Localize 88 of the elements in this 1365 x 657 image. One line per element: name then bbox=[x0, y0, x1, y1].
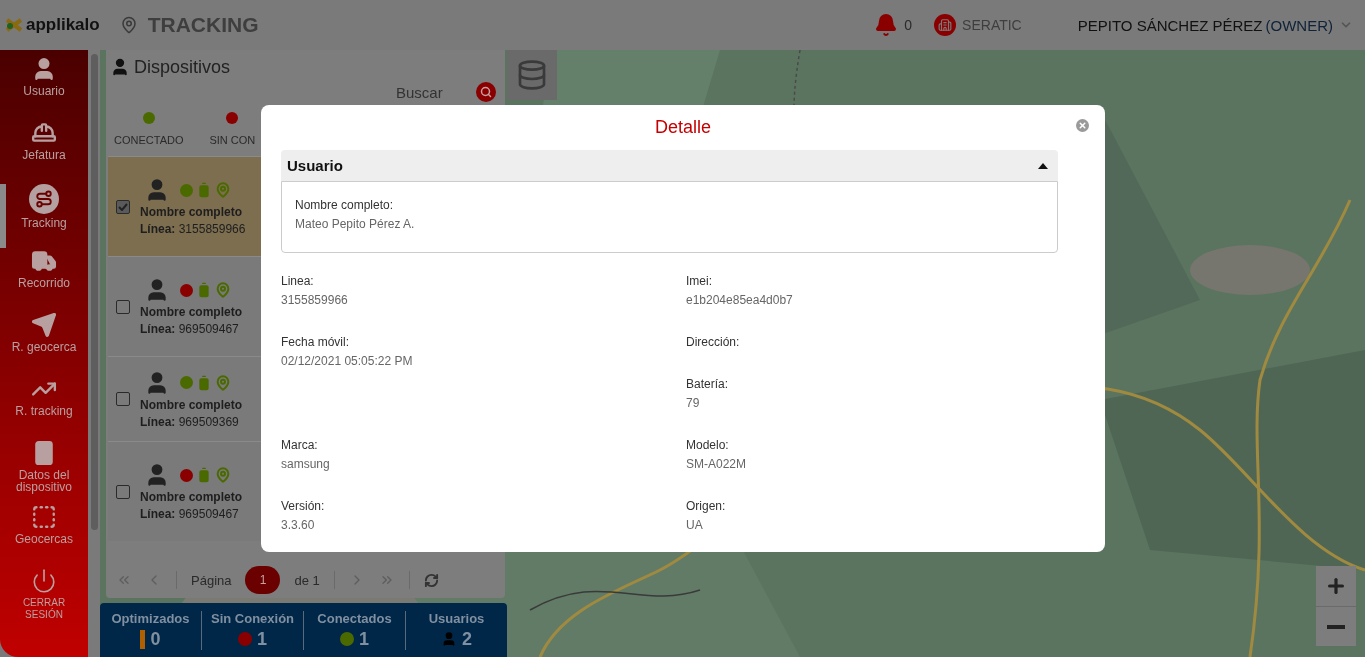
battery-icon bbox=[196, 182, 212, 198]
device-name: Nombre completo bbox=[140, 205, 243, 219]
search-field[interactable]: Buscar bbox=[394, 82, 464, 102]
stat-label: Usuarios bbox=[428, 610, 485, 626]
send-icon bbox=[31, 312, 57, 338]
field-value: samsung bbox=[281, 457, 331, 473]
minus-icon bbox=[1327, 624, 1345, 629]
bell-icon[interactable] bbox=[874, 13, 899, 37]
field-label: Linea: bbox=[281, 274, 315, 290]
device-line: Línea: 969509369 bbox=[140, 414, 240, 429]
field-value: 02/12/2021 05:05:22 PM bbox=[281, 354, 414, 370]
field-label: Versión: bbox=[281, 499, 326, 515]
sidebar-item[interactable]: Tracking bbox=[0, 184, 82, 248]
company-name: SERATIC bbox=[962, 17, 1022, 33]
stat-value: 1 bbox=[257, 628, 267, 650]
search-icon[interactable] bbox=[476, 82, 496, 102]
field-label: Nombre completo: bbox=[295, 198, 395, 214]
battery-icon bbox=[196, 467, 212, 483]
field-label: Marca: bbox=[281, 438, 319, 454]
stat-value: 1 bbox=[359, 628, 369, 650]
field-label: Modelo: bbox=[686, 438, 730, 454]
truck-icon bbox=[31, 248, 57, 274]
area-select-icon bbox=[31, 504, 57, 530]
database-button[interactable] bbox=[507, 50, 557, 100]
field-label: Dirección: bbox=[686, 335, 741, 351]
device-line: Línea: 3155859966 bbox=[140, 222, 246, 236]
map-pin-icon bbox=[119, 16, 138, 34]
legend-label: CONECTADO bbox=[114, 134, 184, 146]
device-name: Nombre completo bbox=[140, 305, 242, 319]
battery-icon bbox=[196, 282, 212, 298]
logo-text: applikalo bbox=[26, 15, 100, 35]
field-label: Imei: bbox=[686, 274, 713, 290]
user-icon bbox=[441, 631, 457, 647]
sidebar-item[interactable]: R. geocerca bbox=[0, 312, 82, 376]
close-icon[interactable] bbox=[1076, 119, 1089, 132]
checkbox[interactable] bbox=[116, 484, 130, 499]
checkbox[interactable] bbox=[116, 299, 130, 314]
stat-value: 0 bbox=[150, 628, 161, 650]
sidebar-item[interactable]: Recorrido bbox=[0, 248, 82, 312]
device-name: Nombre completo bbox=[140, 397, 242, 412]
field-value: SM-A022M bbox=[686, 457, 748, 473]
dialog-title: Detalle bbox=[654, 117, 712, 139]
stat-value: 2 bbox=[462, 628, 472, 650]
stat-label: Conectados bbox=[317, 610, 392, 626]
device-name: Nombre completo bbox=[140, 490, 242, 504]
map-pin-icon bbox=[215, 467, 231, 483]
map-pin-icon bbox=[215, 374, 231, 391]
sidebar-item[interactable]: R. tracking bbox=[0, 376, 82, 440]
app-title: TRACKING bbox=[147, 13, 259, 37]
sidebar-item[interactable]: Geocercas bbox=[0, 504, 82, 568]
field-value: Mateo Pepito Pérez A. bbox=[295, 217, 416, 233]
sidebar-item[interactable]: Jefatura bbox=[0, 120, 82, 184]
map-pin-icon bbox=[215, 182, 231, 198]
building-icon bbox=[934, 14, 957, 36]
stat-label: Sin Conexión bbox=[210, 610, 295, 626]
checkbox[interactable] bbox=[116, 199, 130, 214]
user-role: (OWNER) bbox=[1265, 16, 1333, 34]
stat-label: Optimizados bbox=[111, 610, 190, 626]
database-icon bbox=[516, 59, 548, 91]
field-value: e1b204e85ea4d0b7 bbox=[686, 293, 794, 309]
user-name[interactable]: PEPITO SÁNCHEZ PÉREZ bbox=[1077, 16, 1263, 34]
field-label: Batería: bbox=[686, 377, 730, 393]
logo-icon bbox=[5, 18, 23, 32]
field-value: 3.3.60 bbox=[281, 518, 316, 534]
sidebar-item[interactable]: Usuario bbox=[0, 56, 82, 120]
route-icon bbox=[29, 184, 59, 214]
device-line: Línea: 969509467 bbox=[140, 322, 240, 336]
field-label: Fecha móvil: bbox=[281, 335, 351, 351]
scrollbar-thumb[interactable] bbox=[90, 54, 98, 530]
notification-count: 0 bbox=[904, 17, 913, 33]
field-label: Origen: bbox=[686, 499, 727, 515]
field-value: 79 bbox=[686, 396, 701, 412]
page-count: de 1 bbox=[294, 572, 320, 588]
device-line: Línea: 969509467 bbox=[140, 507, 240, 521]
page-label: Página bbox=[191, 572, 232, 588]
legend-label: SIN CON bbox=[209, 134, 256, 146]
sidebar-item[interactable]: Datos del dispositivo bbox=[0, 440, 82, 504]
plus-icon bbox=[1325, 575, 1347, 597]
power-icon bbox=[31, 568, 57, 594]
field-value: 3155859966 bbox=[281, 293, 349, 309]
map-pin-icon bbox=[215, 282, 231, 298]
field-value: UA bbox=[686, 518, 704, 534]
panel-title: Dispositivos bbox=[134, 56, 231, 78]
accordion-header[interactable]: Usuario bbox=[281, 150, 1058, 181]
user-icon bbox=[110, 57, 130, 77]
checkbox[interactable] bbox=[116, 392, 130, 406]
sidebar-item[interactable]: CERRAR SESIÓN bbox=[0, 568, 82, 632]
battery-icon bbox=[196, 374, 212, 391]
